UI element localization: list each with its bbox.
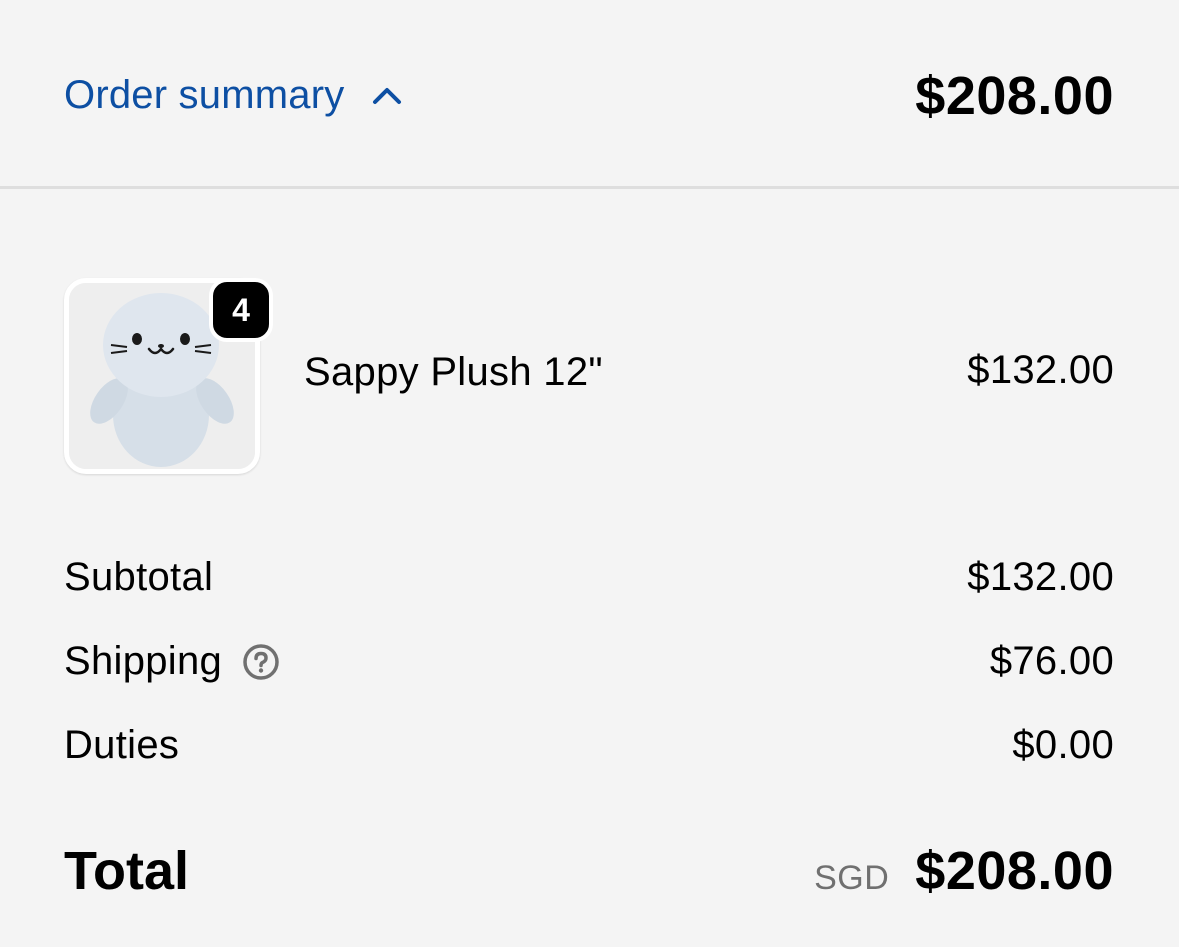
total-label: Total xyxy=(64,841,189,901)
duties-row: Duties $0.00 xyxy=(64,719,1114,771)
shipping-row: Shipping $76.00 xyxy=(64,635,1114,687)
chevron-up-icon xyxy=(372,84,402,106)
line-item: 4 Sappy Plush 12" $132.00 xyxy=(64,262,1114,477)
header-total-price: $208.00 xyxy=(915,66,1114,126)
order-summary-toggle-label: Order summary xyxy=(64,73,345,117)
order-summary-toggle[interactable]: Order summary xyxy=(64,66,402,124)
shipping-label: Shipping xyxy=(64,639,223,683)
product-thumbnail-wrapper: 4 xyxy=(64,278,273,474)
duties-label: Duties xyxy=(64,723,180,767)
currency-code: SGD xyxy=(814,859,890,897)
total-row: Total SGD $208.00 xyxy=(64,836,1114,906)
product-name: Sappy Plush 12" xyxy=(304,350,603,394)
subtotal-label: Subtotal xyxy=(64,555,214,599)
subtotal-value: $132.00 xyxy=(967,555,1114,599)
shipping-value: $76.00 xyxy=(989,639,1114,683)
subtotal-row: Subtotal $132.00 xyxy=(64,551,1114,603)
product-price: $132.00 xyxy=(967,348,1114,392)
order-summary-header: Order summary $208.00 xyxy=(0,0,1179,189)
quantity-badge: 4 xyxy=(209,278,273,342)
duties-value: $0.00 xyxy=(1012,723,1114,767)
question-circle-icon[interactable] xyxy=(242,642,280,680)
order-summary-panel: Order summary $208.00 4 Sappy Plush 12" … xyxy=(0,0,1179,947)
total-amount: $208.00 xyxy=(915,841,1114,901)
